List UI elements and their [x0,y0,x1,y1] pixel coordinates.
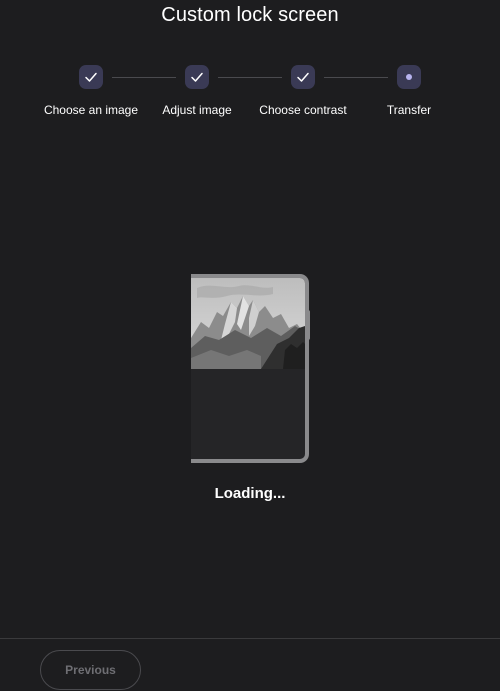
footer-bar: Previous [0,638,500,691]
step-complete-indicator [291,65,315,89]
step-choose-contrast: Choose contrast [243,65,363,117]
step-complete-indicator [79,65,103,89]
device-preview [186,274,310,464]
lock-screen-wizard: Custom lock screen Choose an image Adjus… [0,0,500,691]
check-icon [297,72,309,82]
device-frame [191,274,309,463]
previous-button[interactable]: Previous [40,650,141,690]
page-title: Custom lock screen [161,4,339,26]
step-choose-image: Choose an image [31,65,151,117]
dot-icon [406,74,412,80]
step-complete-indicator [185,65,209,89]
device-side-button [306,310,310,340]
step-label: Adjust image [162,103,232,117]
loading-status: Loading... [214,485,286,502]
step-transfer: Transfer [349,65,469,117]
device-edge-mask [186,274,191,464]
step-current-indicator [397,65,421,89]
check-icon [191,72,203,82]
progress-stepper: Choose an image Adjust image Choose cont… [0,65,500,125]
check-icon [85,72,97,82]
step-label: Choose contrast [259,103,347,117]
step-label: Transfer [386,103,432,117]
step-label: Choose an image [43,103,139,117]
wallpaper-image [191,278,305,369]
step-adjust-image: Adjust image [137,65,257,117]
